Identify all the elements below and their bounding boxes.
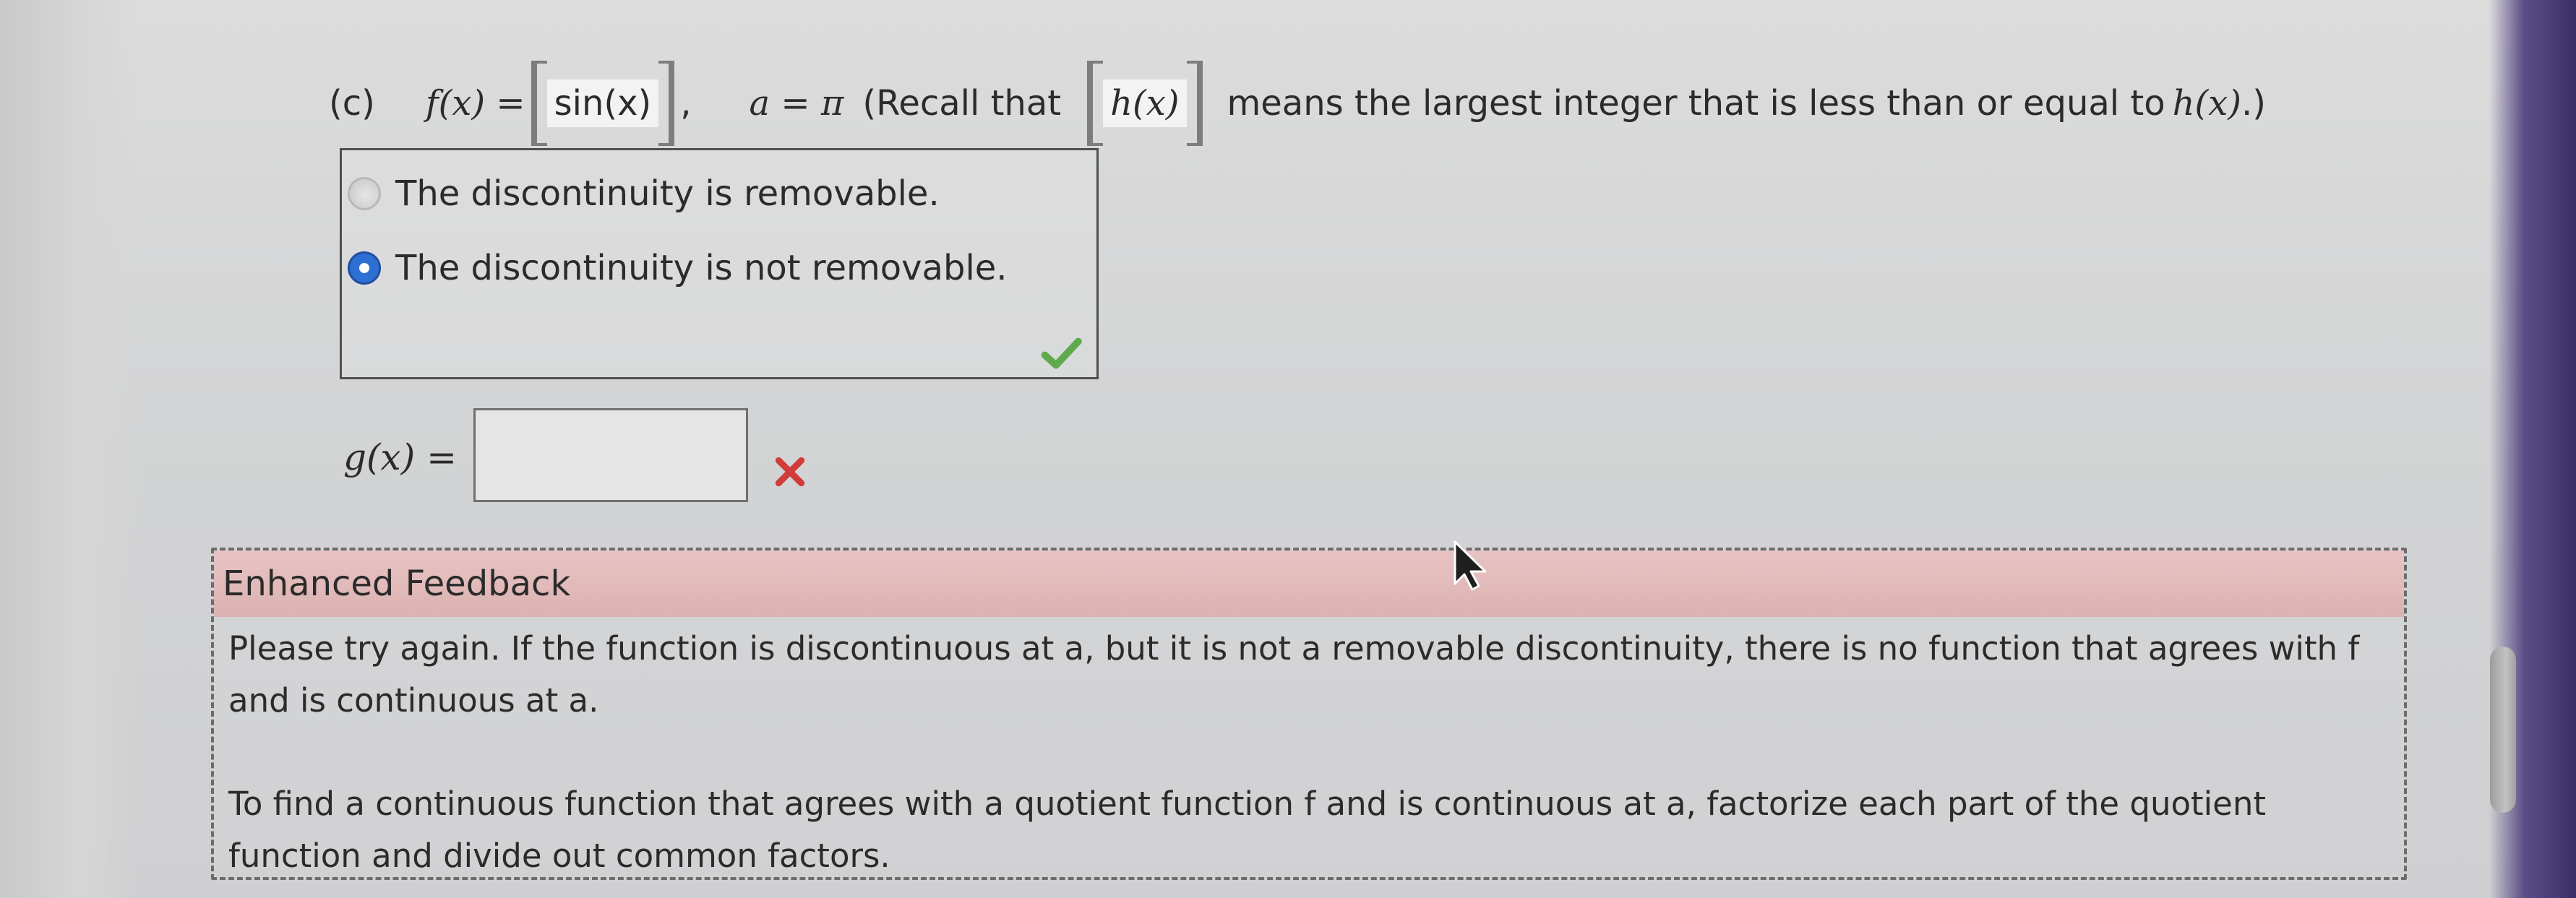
a-definition: a = π <box>749 83 844 124</box>
check-icon <box>1041 337 1082 369</box>
radio-option-removable[interactable]: The discontinuity is removable. <box>348 176 940 211</box>
floor-bracket-left <box>531 61 547 146</box>
radio-option-not-removable[interactable]: The discontinuity is not removable. <box>348 251 1008 285</box>
floor-bracket-right-h <box>1186 61 1203 146</box>
gx-answer-input[interactable] <box>473 408 748 502</box>
part-label: (c) <box>329 83 375 124</box>
radio-label-not-removable: The discontinuity is not removable. <box>395 248 1008 288</box>
floor-expression-h: h(x) <box>1087 61 1203 146</box>
discontinuity-radio-group: The discontinuity is removable. The disc… <box>340 148 1099 379</box>
gx-label: g(x) = <box>343 436 458 478</box>
feedback-paragraph-1: Please try again. If the function is dis… <box>228 629 2360 720</box>
comma: , <box>680 83 692 124</box>
x-icon <box>775 457 805 487</box>
feedback-paragraph-2: To find a continuous function that agree… <box>228 785 2267 875</box>
radio-button-not-removable[interactable] <box>348 251 381 285</box>
f-definition-prefix: f(x) = <box>425 83 525 124</box>
mouse-cursor-icon <box>1454 540 1487 591</box>
floor-bracket-left-h <box>1087 61 1104 146</box>
scrollbar-thumb[interactable] <box>2490 647 2516 813</box>
recall-text: means the largest integer that is less t… <box>1227 83 2165 124</box>
recall-close: .) <box>2241 83 2266 124</box>
floor-bracket-right <box>658 61 675 146</box>
problem-statement: (c) f(x) = sin(x) , a = π (Recall that h… <box>329 61 2266 146</box>
recall-open: (Recall that <box>862 83 1062 124</box>
radio-label-removable: The discontinuity is removable. <box>395 173 940 214</box>
feedback-title: Enhanced Feedback <box>214 551 2404 617</box>
floor-content-sin: sin(x) <box>546 79 659 127</box>
floor-expression-sin: sin(x) <box>531 61 675 146</box>
floor-content-h: h(x) <box>1103 79 1187 127</box>
radio-button-removable[interactable] <box>348 177 381 210</box>
photo-left-edge <box>0 0 137 898</box>
recall-hx: h(x) <box>2172 83 2241 124</box>
enhanced-feedback-panel: Enhanced Feedback Please try again. If t… <box>211 548 2407 880</box>
